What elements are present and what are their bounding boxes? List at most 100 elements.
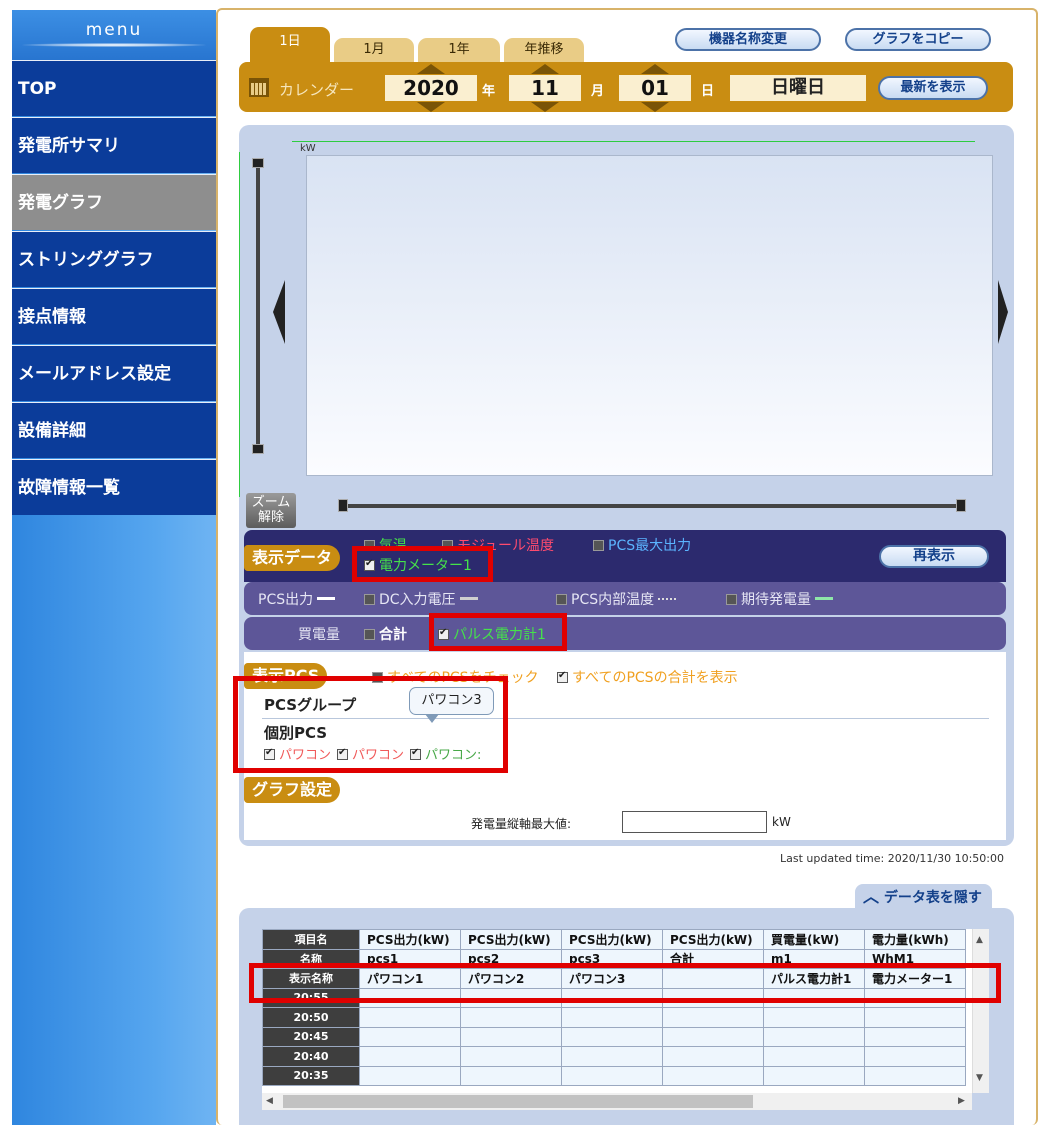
next-arrow-icon[interactable] (998, 280, 1008, 344)
chart-plot-area (306, 155, 993, 476)
month-selector[interactable]: 11 (509, 64, 581, 112)
table-cell: 買電量(kW) (763, 929, 865, 950)
graph-settings-title: グラフ設定 (244, 777, 341, 803)
sidebar-item-string-graph[interactable]: ストリンググラフ (12, 231, 216, 287)
total-label: 合計 (379, 627, 407, 643)
sidebar-item-top[interactable]: TOP (12, 60, 216, 116)
year-unit: 年 (482, 84, 496, 99)
table-cell (561, 1026, 663, 1047)
table-time-label: 20:40 (262, 1046, 360, 1067)
horizontal-zoom-slider[interactable] (340, 504, 964, 508)
expected-label: 期待発電量 (741, 592, 811, 608)
scroll-right-icon[interactable]: ▶ (958, 1096, 965, 1106)
sidebar-item-contact-info[interactable]: 接点情報 (12, 288, 216, 344)
table-cell (763, 1007, 865, 1028)
horizontal-slider-left-handle[interactable] (338, 499, 348, 512)
copy-graph-button[interactable]: グラフをコピー (845, 28, 991, 51)
table-cell (662, 1007, 764, 1028)
chart-unit-label: kW (300, 143, 316, 154)
table-cell (359, 1065, 461, 1086)
pcs-max-checkbox-box[interactable] (593, 540, 604, 551)
last-updated: Last updated time: 2020/11/30 10:50:00 (780, 852, 1005, 865)
sidebar-item-mail-settings[interactable]: メールアドレス設定 (12, 345, 216, 401)
table-cell: 電力量(kWh) (864, 929, 966, 950)
data-table-wrap[interactable]: 項目名 PCS出力(kW) PCS出力(kW) PCS出力(kW) PCS出力(kW) 買… (262, 929, 972, 1093)
pcs-internal-temp-legend-dots (658, 598, 677, 600)
total-checkbox[interactable]: 合計 (364, 624, 407, 644)
show-total-pcs-box[interactable] (557, 670, 568, 683)
axis-max-input[interactable] (622, 811, 767, 833)
show-total-pcs-label: すべてのPCSの合計を表示 (572, 670, 738, 686)
table-cell (460, 1007, 562, 1028)
scroll-up-icon[interactable]: ▲ (976, 935, 983, 945)
expected-checkbox[interactable]: 期待発電量 (726, 589, 833, 609)
table-cell (359, 1026, 461, 1047)
chart-top-line (292, 141, 975, 142)
prev-arrow-icon[interactable] (273, 280, 285, 344)
total-checkbox-box[interactable] (364, 629, 375, 640)
table-header-row: 項目名 PCS出力(kW) PCS出力(kW) PCS出力(kW) PCS出力(kW) 買… (262, 929, 966, 950)
table-cell (864, 1026, 966, 1047)
pcs-max-checkbox[interactable]: PCS最大出力 (593, 535, 691, 555)
display-data-title: 表示データ (244, 545, 341, 571)
show-latest-button[interactable]: 最新を表示 (878, 76, 988, 100)
calendar-label: カレンダー (279, 81, 355, 99)
pcs-internal-temp-checkbox-box[interactable] (556, 594, 567, 605)
horizontal-slider-right-handle[interactable] (956, 499, 966, 512)
table-cell (359, 1046, 461, 1067)
pcs-output-text: PCS出力 (258, 592, 314, 608)
month-unit: 月 (591, 84, 605, 99)
table-cell (763, 1026, 865, 1047)
table-cell (864, 1046, 966, 1067)
scroll-left-icon[interactable]: ◀ (266, 1096, 273, 1106)
vertical-zoom-slider[interactable] (256, 160, 260, 452)
zoom-reset-button[interactable]: ズーム 解除 (246, 493, 296, 528)
dc-voltage-checkbox[interactable]: DC入力電圧 (364, 589, 478, 609)
scroll-down-icon[interactable]: ▼ (976, 1073, 983, 1083)
data-table: 項目名 PCS出力(kW) PCS出力(kW) PCS出力(kW) PCS出力(kW) 買… (262, 929, 966, 1086)
pcs-output-label: PCS出力 (258, 589, 336, 609)
show-total-pcs-checkbox[interactable]: すべてのPCSの合計を表示 (557, 667, 738, 687)
table-cell (662, 1065, 764, 1086)
calendar-icon[interactable] (249, 78, 269, 97)
reshow-button[interactable]: 再表示 (879, 545, 989, 568)
year-selector[interactable]: 2020 (385, 64, 477, 112)
rename-device-button[interactable]: 機器名称変更 (675, 28, 821, 51)
hide-table-button[interactable]: ︿ データ表を隠す (855, 884, 992, 910)
tab-1month[interactable]: 1月 (334, 38, 414, 62)
sidebar-item-fault-list[interactable]: 故障情報一覧 (12, 459, 216, 515)
vertical-slider-top-handle[interactable] (252, 158, 264, 168)
table-cell (561, 1046, 663, 1067)
pcs-internal-temp-checkbox[interactable]: PCS内部温度 (556, 589, 677, 609)
highlight-pulse (429, 613, 567, 651)
pcs-max-label: PCS最大出力 (608, 538, 692, 554)
day-unit: 日 (701, 84, 715, 99)
sidebar-item-plant-summary[interactable]: 発電所サマリ (12, 117, 216, 173)
table-time-label: 20:50 (262, 1007, 360, 1028)
sidebar: menu TOP 発電所サマリ 発電グラフ ストリンググラフ 接点情報 メールア… (12, 10, 216, 1125)
tab-1year[interactable]: 1年 (418, 38, 500, 62)
table-cell: PCS出力(kW) (359, 929, 461, 950)
table-cell (662, 1046, 764, 1067)
zoom-reset-label: ズーム 解除 (251, 495, 291, 525)
expected-legend-line (815, 597, 833, 600)
vertical-slider-bottom-handle[interactable] (252, 444, 264, 454)
table-cell: PCS出力(kW) (662, 929, 764, 950)
display-data-row-3 (244, 617, 1006, 650)
calendar-bar: カレンダー 2020 年 11 月 01 日 日曜日 最新を表示 (239, 62, 1013, 112)
table-row: 20:50 (262, 1007, 966, 1028)
expected-checkbox-box[interactable] (726, 594, 737, 605)
highlight-meter1 (352, 546, 493, 582)
pcs-internal-temp-label: PCS内部温度 (571, 592, 655, 608)
table-horizontal-thumb[interactable] (283, 1095, 753, 1108)
dc-voltage-checkbox-box[interactable] (364, 594, 375, 605)
day-selector[interactable]: 01 (619, 64, 691, 112)
sidebar-item-equipment-detail[interactable]: 設備詳細 (12, 402, 216, 458)
sidebar-item-power-graph[interactable]: 発電グラフ (12, 174, 216, 230)
table-vertical-scrollbar[interactable] (972, 929, 989, 1093)
table-cell (460, 1065, 562, 1086)
tab-yearly-trend[interactable]: 年推移 (504, 38, 584, 62)
highlight-pcs (233, 676, 508, 773)
tab-1day[interactable]: 1日 (250, 27, 330, 63)
menu-title: menu (12, 10, 216, 60)
